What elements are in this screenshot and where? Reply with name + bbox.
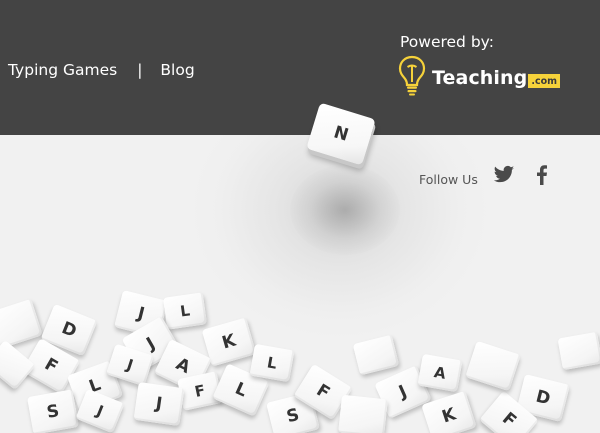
main-nav: Typing Games | Blog <box>8 58 195 82</box>
letter-tile: L <box>162 292 208 330</box>
teaching-com-logo[interactable]: Teaching .com <box>398 55 561 101</box>
top-header: Typing Games | Blog Powered by: Teaching… <box>0 0 600 135</box>
letter-tile: A <box>417 353 463 393</box>
letter-tile: J <box>133 381 185 427</box>
twitter-icon[interactable] <box>493 165 515 189</box>
letter-tile: S <box>27 389 79 433</box>
facebook-icon[interactable] <box>536 165 548 189</box>
powered-by-label: Powered by: <box>400 33 494 51</box>
follow-us-label: Follow Us <box>419 172 478 187</box>
brand-name: Teaching <box>432 67 528 89</box>
letter-tile <box>465 340 521 392</box>
nav-link-typing-games[interactable]: Typing Games <box>8 61 117 79</box>
brand-suffix: .com <box>528 74 561 88</box>
nav-separator: | <box>137 61 143 79</box>
letter-tile <box>557 331 600 371</box>
letter-tile <box>0 339 36 391</box>
tile-shadow <box>290 165 400 255</box>
letter-tile <box>352 334 400 376</box>
lightbulb-icon <box>398 55 426 101</box>
letter-tile: L <box>249 343 295 383</box>
letter-tile <box>338 394 388 433</box>
nav-link-blog[interactable]: Blog <box>160 61 194 79</box>
